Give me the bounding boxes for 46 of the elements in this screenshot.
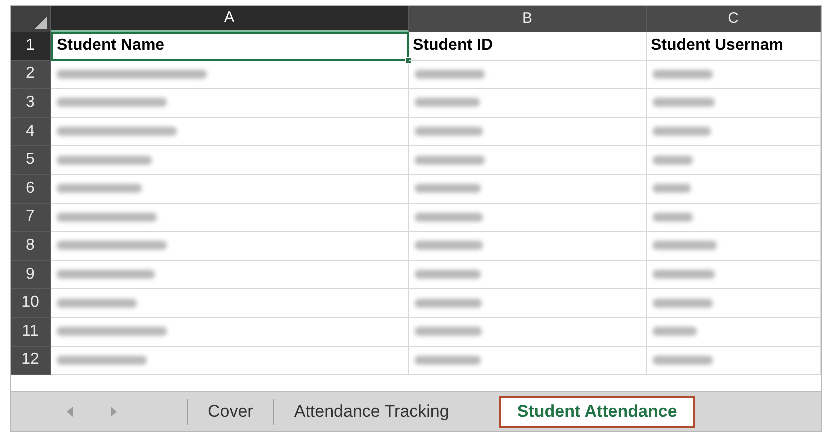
blurred-text <box>653 298 713 308</box>
blurred-text <box>653 156 693 165</box>
blurred-text <box>415 184 481 194</box>
row-header[interactable]: 12 <box>11 346 51 376</box>
blurred-text <box>415 270 481 280</box>
row-header[interactable]: 5 <box>11 146 51 175</box>
blurred-text <box>415 98 480 108</box>
blurred-text <box>415 212 483 222</box>
row-header[interactable]: 9 <box>11 260 51 290</box>
row-header[interactable]: 7 <box>11 204 51 232</box>
blurred-text <box>415 298 482 308</box>
row-header[interactable]: 6 <box>11 174 51 204</box>
blurred-text <box>415 70 485 79</box>
corner-triangle-icon <box>35 17 47 29</box>
row-header[interactable]: 2 <box>11 60 51 90</box>
row-header[interactable]: 11 <box>11 318 51 347</box>
sheet-tab[interactable]: Attendance Tracking <box>274 396 470 428</box>
sheet-tab[interactable]: Student Attendance <box>499 396 696 428</box>
column-header[interactable]: C <box>647 6 821 32</box>
row-header[interactable]: 10 <box>11 289 51 318</box>
blurred-text <box>653 241 717 250</box>
blurred-text <box>415 327 482 336</box>
blurred-text <box>653 70 713 79</box>
blurred-text <box>653 356 713 365</box>
column-header[interactable]: A <box>51 6 409 32</box>
column-title: Student Name <box>57 36 165 56</box>
row-header[interactable]: 1 <box>11 32 51 61</box>
blurred-text <box>653 184 691 194</box>
blurred-text <box>415 156 485 165</box>
blurred-text <box>653 127 711 136</box>
row-header[interactable]: 8 <box>11 232 51 261</box>
blurred-text <box>653 327 697 336</box>
column-header[interactable]: B <box>409 6 647 32</box>
blurred-text <box>415 241 483 250</box>
blurred-text <box>653 212 693 222</box>
row-header[interactable]: 3 <box>11 89 51 118</box>
row-header[interactable]: 4 <box>11 118 51 146</box>
blurred-text <box>653 270 715 280</box>
select-all-button[interactable] <box>11 6 51 32</box>
column-title: Student Usernam <box>651 36 784 56</box>
sheet-tab[interactable]: Cover <box>188 396 274 428</box>
column-title: Student ID <box>413 36 493 56</box>
blurred-text <box>415 127 483 136</box>
blurred-text <box>415 356 481 365</box>
fill-handle[interactable] <box>405 56 412 64</box>
blurred-text <box>653 98 715 108</box>
